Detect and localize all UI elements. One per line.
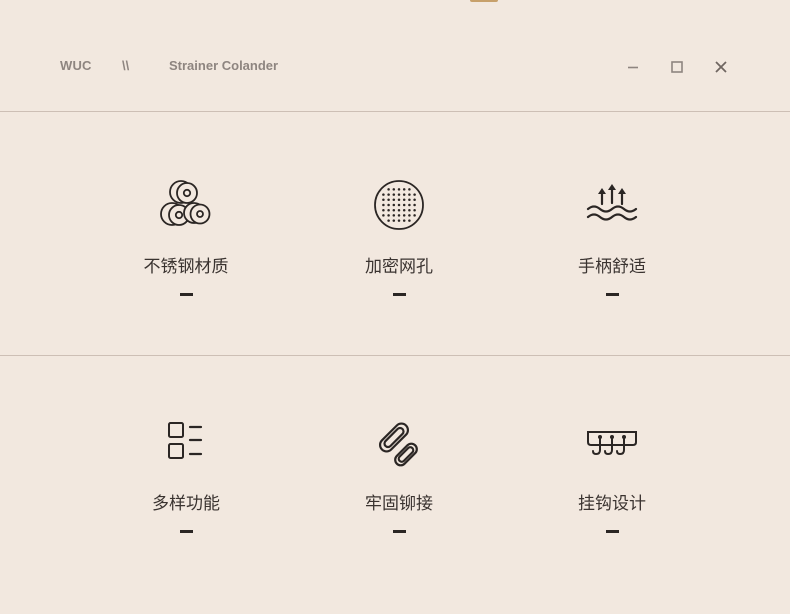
mesh-hole [397,219,401,222]
feature-dash [179,293,193,296]
mesh-hole [402,193,406,196]
mesh-hole [408,188,411,191]
feature-rivet: 牢固铆接 [319,413,479,533]
mesh-hole [413,198,416,202]
minimize-button[interactable] [625,59,641,75]
mesh-hole [387,219,390,222]
mesh-hole [408,214,411,217]
mesh-hole [387,188,390,191]
feature-label: 挂钩设计 [578,494,646,514]
mesh-hole [387,214,390,217]
chain-link-icon [378,422,418,467]
mesh-hole [397,188,401,191]
mesh-hole [402,198,406,202]
close-icon [715,61,727,73]
mesh-hole [397,198,401,202]
feature-dash [392,293,406,296]
mesh-hole [408,198,411,202]
mesh-hole [408,193,411,196]
mesh-hole [402,208,406,212]
brand-name: WUC [60,58,92,73]
feature-label: 手柄舒适 [578,257,646,277]
mesh-hole [413,203,416,207]
close-button[interactable] [713,59,729,75]
mesh-hole [392,198,396,202]
mesh-hole [413,193,416,196]
mesh-hole [382,198,385,202]
mesh-hole [392,214,396,217]
mesh-hole [413,208,416,212]
mesh-hole [413,214,416,217]
feature-label: 多样功能 [152,494,220,514]
feature-dash [392,530,406,533]
mesh-hole [387,193,390,196]
mesh-hole [382,214,385,217]
feature-hook: 挂钩设计 [532,413,692,533]
maximize-icon [671,61,683,73]
mesh-hole [408,219,411,222]
brand-separator: \\ [122,58,130,73]
multi-function-icon [168,422,203,459]
feature-stainless-steel: 不锈钢材质 [106,176,266,296]
feature-label: 加密网孔 [365,257,433,277]
mesh-hole [402,188,406,191]
mesh-hole [392,193,396,196]
feature-label: 牢固铆接 [365,494,433,514]
minimize-icon [628,66,638,69]
feature-multi-function: 多样功能 [106,413,266,533]
mesh-hole [387,198,390,202]
product-title: Strainer Colander [169,58,279,73]
feature-dash [605,293,619,296]
mesh-hole [402,214,406,217]
mesh-hole [387,203,390,207]
mesh-hole [382,193,385,196]
steel-rolls-icon [160,180,211,226]
mesh-hole [402,203,406,207]
comfort-wave-icon [586,184,638,221]
mesh-hole [408,208,411,212]
mesh-hole [402,219,406,222]
feature-dash [179,530,193,533]
mesh-hole [397,203,401,207]
mesh-hole [397,193,401,196]
mesh-hole [397,208,401,212]
mesh-hole [408,203,411,207]
feature-comfort-handle: 手柄舒适 [532,176,692,296]
mesh-hole [382,208,385,212]
mesh-hole [382,203,385,207]
mesh-holes-icon [374,180,424,230]
mesh-hole [397,214,401,217]
feature-dense-mesh: 加密网孔 [319,176,479,296]
mesh-hole [392,219,396,222]
maximize-button[interactable] [669,59,685,75]
title-bar: WUC \\ Strainer Colander [0,0,790,112]
hook-rack-icon [587,431,637,456]
mesh-hole [387,208,390,212]
row-divider [0,355,790,356]
feature-dash [605,530,619,533]
mesh-hole [392,208,396,212]
mesh-hole [392,203,396,207]
feature-label: 不锈钢材质 [143,257,229,277]
mesh-hole [392,188,396,191]
